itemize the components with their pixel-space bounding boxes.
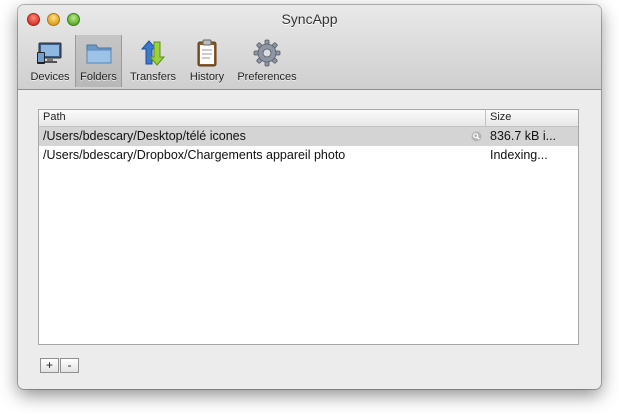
column-header-path[interactable]: Path <box>43 111 66 123</box>
row-path: /Users/bdescary/Desktop/télé icones <box>43 129 246 143</box>
clipboard-icon <box>197 39 217 67</box>
devices-icon <box>37 42 62 64</box>
toolbar-item-devices[interactable]: Devices <box>26 35 74 87</box>
row-size: 836.7 kB i... <box>490 129 557 143</box>
toolbar-item-preferences[interactable]: Preferences <box>232 35 302 87</box>
folder-icon <box>86 44 111 64</box>
window-title: SyncApp <box>281 11 338 27</box>
table-header: Path Size <box>39 110 578 127</box>
transfer-arrows-icon <box>140 40 166 66</box>
toolbar-label-transfers: Transfers <box>129 71 177 83</box>
gear-icon <box>253 39 281 67</box>
remove-folder-button[interactable]: - <box>60 358 79 373</box>
toolbar-label-folders: Folders <box>80 71 117 83</box>
syncapp-window: SyncApp Devices Folders Transfers Histor… <box>18 5 601 389</box>
toolbar: SyncApp Devices Folders Transfers Histor… <box>18 5 601 90</box>
row-path: /Users/bdescary/Dropbox/Chargements appa… <box>43 148 346 162</box>
table-row[interactable]: /Users/bdescary/Desktop/télé icones 836.… <box>39 127 578 146</box>
toolbar-item-history[interactable]: History <box>184 35 230 87</box>
row-size: Indexing... <box>490 148 548 162</box>
toolbar-item-folders[interactable]: Folders <box>75 35 122 87</box>
toolbar-label-history: History <box>189 71 225 83</box>
column-divider[interactable] <box>485 110 486 126</box>
toolbar-label-preferences: Preferences <box>237 71 297 83</box>
toolbar-label-devices: Devices <box>30 71 70 83</box>
magnifier-icon[interactable] <box>471 131 482 142</box>
column-header-size[interactable]: Size <box>490 111 511 123</box>
table-row[interactable]: /Users/bdescary/Dropbox/Chargements appa… <box>39 146 578 165</box>
add-folder-button[interactable]: + <box>40 358 59 373</box>
toolbar-item-transfers[interactable]: Transfers <box>124 35 182 87</box>
folders-table[interactable]: Path Size /Users/bdescary/Desktop/télé i… <box>38 109 579 345</box>
